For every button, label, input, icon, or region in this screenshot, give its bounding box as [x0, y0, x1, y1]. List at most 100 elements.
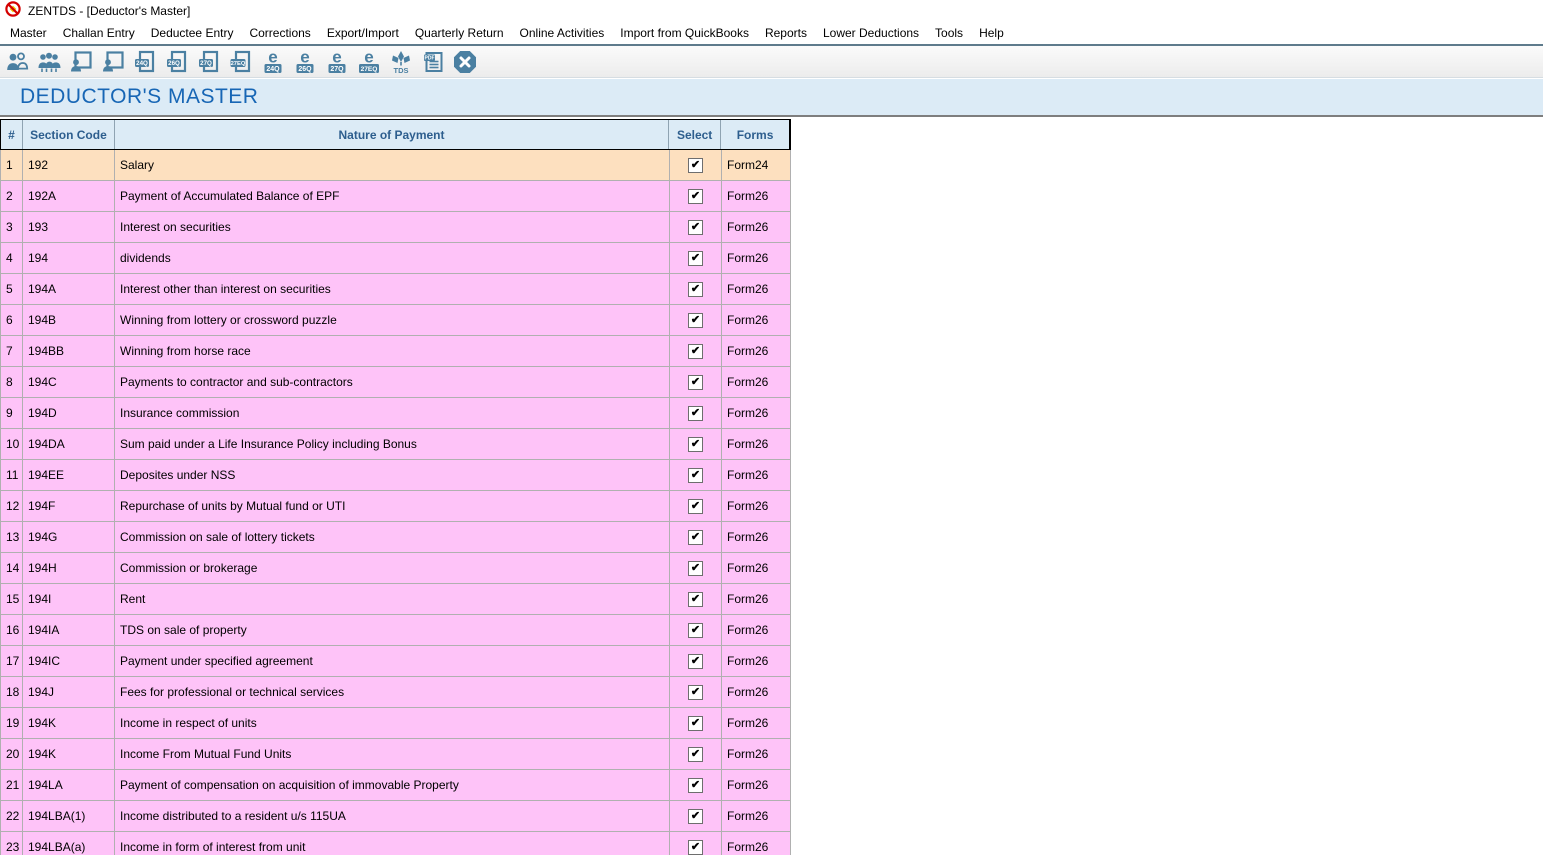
- forms-cell: Form26: [722, 429, 791, 459]
- row-number-cell: 17: [1, 646, 23, 676]
- row-select-checkbox[interactable]: ✔: [688, 405, 703, 421]
- col-section-code-header: Section Code: [23, 120, 115, 149]
- row-select-checkbox[interactable]: ✔: [688, 839, 703, 855]
- form-26q-icon[interactable]: 26Q: [163, 48, 190, 75]
- row-number-cell: 13: [1, 522, 23, 552]
- close-icon[interactable]: [451, 48, 478, 75]
- table-row[interactable]: 21 194LA Payment of compensation on acquis…: [1, 770, 791, 801]
- row-select-checkbox[interactable]: ✔: [688, 746, 703, 762]
- row-number-cell: 14: [1, 553, 23, 583]
- row-number-cell: 1: [1, 150, 23, 180]
- forms-cell: Form26: [722, 491, 791, 521]
- e-return-27eq-icon[interactable]: e 27EQ: [355, 48, 382, 75]
- menu-item-reports[interactable]: Reports: [757, 23, 815, 43]
- row-select-checkbox[interactable]: ✔: [688, 591, 703, 607]
- table-row[interactable]: 2 192A Payment of Accumulated Balance of E…: [1, 181, 791, 212]
- menu-item-deductee-entry[interactable]: Deductee Entry: [143, 23, 242, 43]
- table-row[interactable]: 5 194A Interest other than interest on sec…: [1, 274, 791, 305]
- forms-cell: Form26: [722, 646, 791, 676]
- row-select-checkbox[interactable]: ✔: [688, 343, 703, 359]
- nature-of-payment-cell: Income From Mutual Fund Units: [115, 739, 670, 769]
- nature-of-payment-cell: dividends: [115, 243, 670, 273]
- row-select-checkbox[interactable]: ✔: [688, 622, 703, 638]
- table-row[interactable]: 18 194J Fees for professional or technical…: [1, 677, 791, 708]
- forms-cell: Form26: [722, 243, 791, 273]
- form-27q-icon[interactable]: 27Q: [195, 48, 222, 75]
- nature-of-payment-cell: TDS on sale of property: [115, 615, 670, 645]
- sections-table: # Section Code Nature of Payment Select …: [0, 119, 791, 855]
- table-row[interactable]: 22 194LBA(1) Income distributed to a resid…: [1, 801, 791, 832]
- table-row[interactable]: 9 194D Insurance commission ✔ Form26: [1, 398, 791, 429]
- menu-item-corrections[interactable]: Corrections: [241, 23, 318, 43]
- row-select-checkbox[interactable]: ✔: [688, 157, 703, 173]
- row-select-checkbox[interactable]: ✔: [688, 188, 703, 204]
- row-select-checkbox[interactable]: ✔: [688, 529, 703, 545]
- row-select-checkbox[interactable]: ✔: [688, 250, 703, 266]
- section-code-cell: 194LBA(1): [23, 801, 115, 831]
- table-row[interactable]: 3 193 Interest on securities ✔ Form26: [1, 212, 791, 243]
- table-row[interactable]: 8 194C Payments to contractor and sub-cont…: [1, 367, 791, 398]
- table-row[interactable]: 16 194IA TDS on sale of property ✔ Form26: [1, 615, 791, 646]
- select-cell: ✔: [670, 181, 722, 211]
- svg-text:27Q: 27Q: [330, 65, 344, 72]
- menu-item-help[interactable]: Help: [971, 23, 1012, 43]
- svg-text:e: e: [268, 49, 277, 67]
- section-code-cell: 192: [23, 150, 115, 180]
- menu-item-import-from-quickbooks[interactable]: Import from QuickBooks: [612, 23, 757, 43]
- nature-of-payment-cell: Fees for professional or technical servi…: [115, 677, 670, 707]
- table-row[interactable]: 7 194BB Winning from horse race ✔ Form26: [1, 336, 791, 367]
- menu-item-export-import[interactable]: Export/Import: [319, 23, 407, 43]
- section-code-cell: 194IA: [23, 615, 115, 645]
- deductors-icon[interactable]: [3, 48, 30, 75]
- table-row[interactable]: 15 194I Rent ✔ Form26: [1, 584, 791, 615]
- e-return-26q-icon[interactable]: e 26Q: [291, 48, 318, 75]
- forms-cell: Form26: [722, 553, 791, 583]
- e-return-27q-icon[interactable]: e 27Q: [323, 48, 350, 75]
- menu-item-quarterly-return[interactable]: Quarterly Return: [407, 23, 512, 43]
- row-select-checkbox[interactable]: ✔: [688, 808, 703, 824]
- table-row[interactable]: 14 194H Commission or brokerage ✔ Form26: [1, 553, 791, 584]
- col-number-header: #: [1, 120, 23, 149]
- table-row[interactable]: 20 194K Income From Mutual Fund Units ✔ Form…: [1, 739, 791, 770]
- table-row[interactable]: 19 194K Income in respect of units ✔ Form26: [1, 708, 791, 739]
- row-select-checkbox[interactable]: ✔: [688, 715, 703, 731]
- form-27eq-icon[interactable]: 27EQ: [227, 48, 254, 75]
- table-row[interactable]: 10 194DA Sum paid under a Life Insurance P…: [1, 429, 791, 460]
- table-row[interactable]: 17 194IC Payment under specified agreement…: [1, 646, 791, 677]
- row-select-checkbox[interactable]: ✔: [688, 374, 703, 390]
- table-row[interactable]: 13 194G Commission on sale of lottery tick…: [1, 522, 791, 553]
- section-code-cell: 194F: [23, 491, 115, 521]
- row-select-checkbox[interactable]: ✔: [688, 560, 703, 576]
- pdf-report-icon[interactable]: PDF: [419, 48, 446, 75]
- row-select-checkbox[interactable]: ✔: [688, 777, 703, 793]
- menu-item-master[interactable]: Master: [2, 23, 55, 43]
- table-row[interactable]: 1 192 Salary ✔ Form24: [1, 150, 791, 181]
- table-body: 1 192 Salary ✔ Form24 2 192A Payment of Accumul…: [0, 150, 791, 855]
- menu-item-online-activities[interactable]: Online Activities: [512, 23, 613, 43]
- row-select-checkbox[interactable]: ✔: [688, 312, 703, 328]
- row-select-checkbox[interactable]: ✔: [688, 219, 703, 235]
- deductees-icon[interactable]: [35, 48, 62, 75]
- tds-icon[interactable]: TDS: [387, 48, 414, 75]
- row-select-checkbox[interactable]: ✔: [688, 653, 703, 669]
- table-row[interactable]: 23 194LBA(a) Income in form of interest fr…: [1, 832, 791, 855]
- row-select-checkbox[interactable]: ✔: [688, 436, 703, 452]
- employee-master-icon[interactable]: [67, 48, 94, 75]
- menu-item-lower-deductions[interactable]: Lower Deductions: [815, 23, 927, 43]
- table-row[interactable]: 11 194EE Deposites under NSS ✔ Form26: [1, 460, 791, 491]
- nature-of-payment-cell: Rent: [115, 584, 670, 614]
- select-cell: ✔: [670, 150, 722, 180]
- menu-item-tools[interactable]: Tools: [927, 23, 971, 43]
- e-return-24q-icon[interactable]: e 24Q: [259, 48, 286, 75]
- form-24q-icon[interactable]: 24Q: [131, 48, 158, 75]
- table-row[interactable]: 6 194B Winning from lottery or crossword p…: [1, 305, 791, 336]
- row-select-checkbox[interactable]: ✔: [688, 498, 703, 514]
- row-select-checkbox[interactable]: ✔: [688, 684, 703, 700]
- section-code-cell: 194I: [23, 584, 115, 614]
- table-row[interactable]: 12 194F Repurchase of units by Mutual fund…: [1, 491, 791, 522]
- row-select-checkbox[interactable]: ✔: [688, 281, 703, 297]
- menu-item-challan-entry[interactable]: Challan Entry: [55, 23, 143, 43]
- table-row[interactable]: 4 194 dividends ✔ Form26: [1, 243, 791, 274]
- party-master-icon[interactable]: [99, 48, 126, 75]
- row-select-checkbox[interactable]: ✔: [688, 467, 703, 483]
